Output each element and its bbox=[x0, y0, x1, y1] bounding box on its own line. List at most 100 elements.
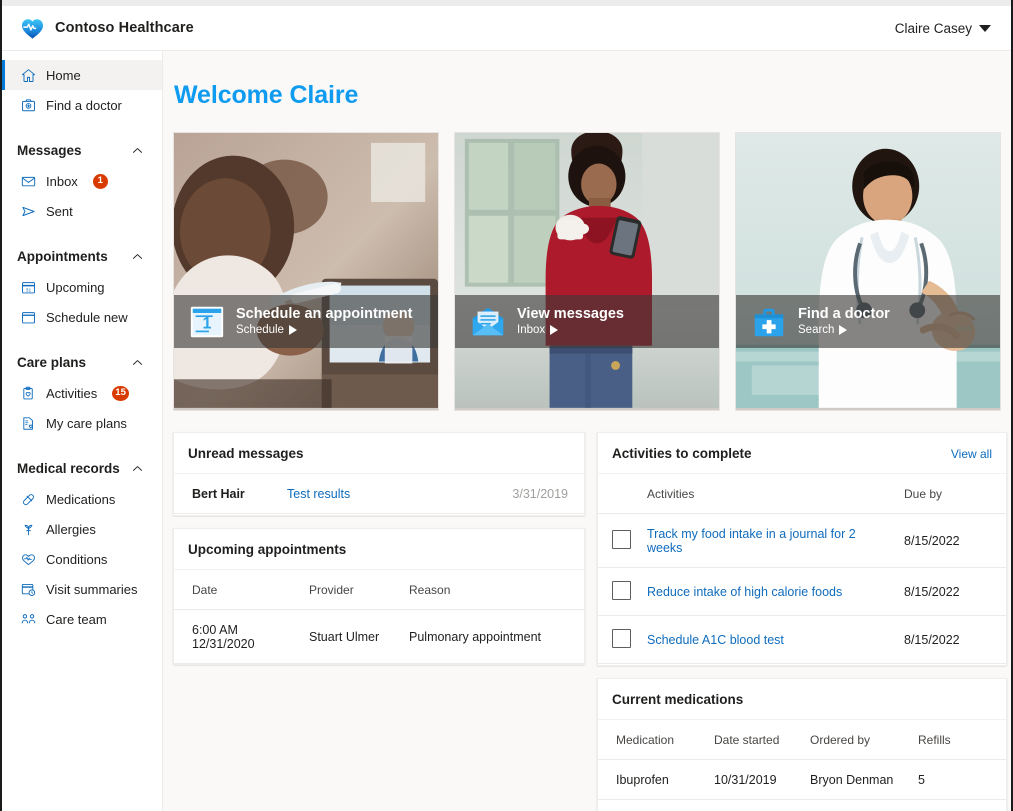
sidebar-group-medical-records[interactable]: Medical records bbox=[2, 452, 162, 484]
table-row[interactable]: Schedule A1C blood test 8/15/2022 bbox=[598, 615, 1006, 664]
sidebar-item-activities[interactable]: Activities 15 bbox=[2, 378, 162, 408]
sidebar-item-label: Visit summaries bbox=[46, 581, 138, 597]
table-bottom-rule bbox=[174, 513, 584, 515]
activity-due-by: 8/15/2022 bbox=[896, 513, 1006, 568]
activity-checkbox[interactable] bbox=[612, 530, 631, 549]
view-all-link[interactable]: View all bbox=[951, 447, 992, 461]
chevron-down-icon bbox=[979, 24, 991, 32]
activities-to-complete-card: Activities to complete View all Activiti… bbox=[597, 432, 1007, 666]
medication-date-started: 11/1/2019 bbox=[706, 798, 802, 811]
heart-outline-icon bbox=[20, 551, 36, 567]
sidebar-item-label: Upcoming bbox=[46, 279, 105, 295]
hero-link[interactable]: Inbox bbox=[517, 324, 624, 336]
hero-overlay: View messages Inbox bbox=[455, 295, 719, 348]
brand[interactable]: Contoso Healthcare bbox=[20, 16, 194, 41]
sidebar-item-care-team[interactable]: Care team bbox=[2, 604, 162, 634]
sidebar-item-upcoming[interactable]: 31 Upcoming bbox=[2, 272, 162, 302]
hero-card-find-a-doctor[interactable]: Find a doctor Search bbox=[735, 132, 1001, 411]
child-with-thermometer-telehealth-photo bbox=[174, 133, 438, 408]
sidebar-item-visit-summaries[interactable]: Visit summaries bbox=[2, 574, 162, 604]
sidebar-item-label: Allergies bbox=[46, 521, 96, 537]
sidebar-group-appointments[interactable]: Appointments bbox=[2, 240, 162, 272]
hero-card-row: 1 Schedule an appointment Schedule View … bbox=[173, 132, 1001, 411]
activity-checkbox-cell bbox=[598, 615, 639, 664]
appointment-reason: Pulmonary appointment bbox=[401, 608, 584, 663]
sidebar-item-allergies[interactable]: Allergies bbox=[2, 514, 162, 544]
table-row[interactable]: 6:00 AM 12/31/2020 Stuart Ulmer Pulmonar… bbox=[174, 608, 584, 663]
svg-text:31: 31 bbox=[25, 287, 31, 293]
hero-card-view-messages[interactable]: View messages Inbox bbox=[454, 132, 720, 411]
hero-overlay: Find a doctor Search bbox=[736, 295, 1000, 348]
medication-refills: 24 bbox=[910, 798, 1006, 811]
hero-title: Find a doctor bbox=[798, 306, 890, 323]
body-row: Home Find a doctor Messages Inbox 1 Sent… bbox=[2, 51, 1011, 811]
sidebar-item-sent[interactable]: Sent bbox=[2, 196, 162, 226]
home-icon bbox=[20, 67, 36, 83]
clipboard-heart-icon bbox=[20, 385, 36, 401]
table-row[interactable]: Bert Hair Test results 3/31/2019 bbox=[174, 474, 584, 514]
medication-date-started: 10/31/2019 bbox=[706, 758, 802, 799]
activity-name[interactable]: Schedule A1C blood test bbox=[639, 615, 896, 664]
brand-name: Contoso Healthcare bbox=[55, 20, 194, 36]
hero-link[interactable]: Schedule bbox=[236, 324, 412, 336]
medication-name: Inhaler bbox=[598, 798, 706, 811]
appointment-date: 6:00 AM 12/31/2020 bbox=[174, 608, 301, 663]
activity-checkbox[interactable] bbox=[612, 629, 631, 648]
people-icon bbox=[20, 611, 36, 627]
activity-name[interactable]: Track my food intake in a journal for 2 … bbox=[639, 513, 896, 568]
hero-link-label: Schedule bbox=[236, 323, 284, 336]
send-icon bbox=[20, 203, 36, 219]
find-doctor-icon bbox=[20, 97, 36, 113]
hero-link-label: Inbox bbox=[517, 323, 546, 336]
column-header: Ordered by bbox=[810, 732, 871, 747]
unread-messages-table: Bert Hair Test results 3/31/2019 bbox=[174, 474, 584, 515]
sidebar-item-inbox[interactable]: Inbox 1 bbox=[2, 166, 162, 196]
doctor-in-white-coat-photo bbox=[736, 133, 1000, 408]
sidebar-group-care-plans[interactable]: Care plans bbox=[2, 346, 162, 378]
activity-checkbox[interactable] bbox=[612, 581, 631, 600]
pill-icon bbox=[20, 491, 36, 507]
card-title: Unread messages bbox=[188, 446, 304, 461]
dashboard-panels: Unread messages Bert Hair Test results 3… bbox=[173, 432, 1007, 811]
sidebar-item-home[interactable]: Home bbox=[2, 60, 162, 90]
sidebar-item-medications[interactable]: Medications bbox=[2, 484, 162, 514]
hero-link-label: Search bbox=[798, 323, 835, 336]
sidebar-item-label: Home bbox=[46, 67, 81, 83]
activity-checkbox-cell bbox=[598, 513, 639, 568]
table-row[interactable]: Track my food intake in a journal for 2 … bbox=[598, 513, 1006, 568]
table-row[interactable]: Inhaler 11/1/2019 Bert Hair 24 bbox=[598, 798, 1006, 811]
message-sender: Bert Hair bbox=[192, 487, 245, 501]
sidebar-group-messages[interactable]: Messages bbox=[2, 134, 162, 166]
hero-overlay: 1 Schedule an appointment Schedule bbox=[174, 295, 438, 348]
main-content: Welcome Claire 1 Schedule an appointment… bbox=[163, 51, 1011, 811]
current-medications-table: Medication Date started Ordered by Refil… bbox=[598, 720, 1006, 811]
hero-card-schedule-appointment[interactable]: 1 Schedule an appointment Schedule bbox=[173, 132, 439, 411]
chevron-up-icon bbox=[131, 356, 144, 369]
hero-link[interactable]: Search bbox=[798, 324, 890, 336]
activity-due-by: 8/15/2022 bbox=[896, 567, 1006, 616]
table-row[interactable]: Reduce intake of high calorie foods 8/15… bbox=[598, 567, 1006, 616]
column-header-checkbox bbox=[598, 474, 639, 514]
user-menu[interactable]: Claire Casey bbox=[891, 17, 995, 40]
right-column: Activities to complete View all Activiti… bbox=[597, 432, 1007, 811]
unread-messages-card: Unread messages Bert Hair Test results 3… bbox=[173, 432, 585, 516]
sidebar-item-label: Schedule new bbox=[46, 309, 128, 325]
sidebar-item-my-care-plans[interactable]: My care plans bbox=[2, 408, 162, 438]
chevron-up-icon bbox=[131, 462, 144, 475]
current-medications-card: Current medications Medication Date star… bbox=[597, 677, 1007, 811]
sidebar-item-conditions[interactable]: Conditions bbox=[2, 544, 162, 574]
table-header-row: Date Provider Reason bbox=[174, 570, 584, 610]
sidebar-item-label: Activities bbox=[46, 385, 98, 401]
sidebar-item-schedule-new[interactable]: Schedule new bbox=[2, 302, 162, 332]
play-triangle-icon bbox=[839, 324, 848, 335]
allergy-plant-icon bbox=[20, 521, 36, 537]
chevron-up-icon bbox=[131, 250, 144, 263]
table-row[interactable]: Ibuprofen 10/31/2019 Bryon Denman 5 bbox=[598, 758, 1006, 799]
sidebar-item-find-a-doctor[interactable]: Find a doctor bbox=[2, 90, 162, 120]
document-heart-icon bbox=[20, 415, 36, 431]
message-subject[interactable]: Test results bbox=[279, 474, 431, 514]
activity-name[interactable]: Reduce intake of high calorie foods bbox=[639, 567, 896, 616]
sidebar-item-label: Sent bbox=[46, 203, 73, 219]
activity-checkbox-cell bbox=[598, 567, 639, 616]
column-header: Reason bbox=[409, 582, 451, 597]
